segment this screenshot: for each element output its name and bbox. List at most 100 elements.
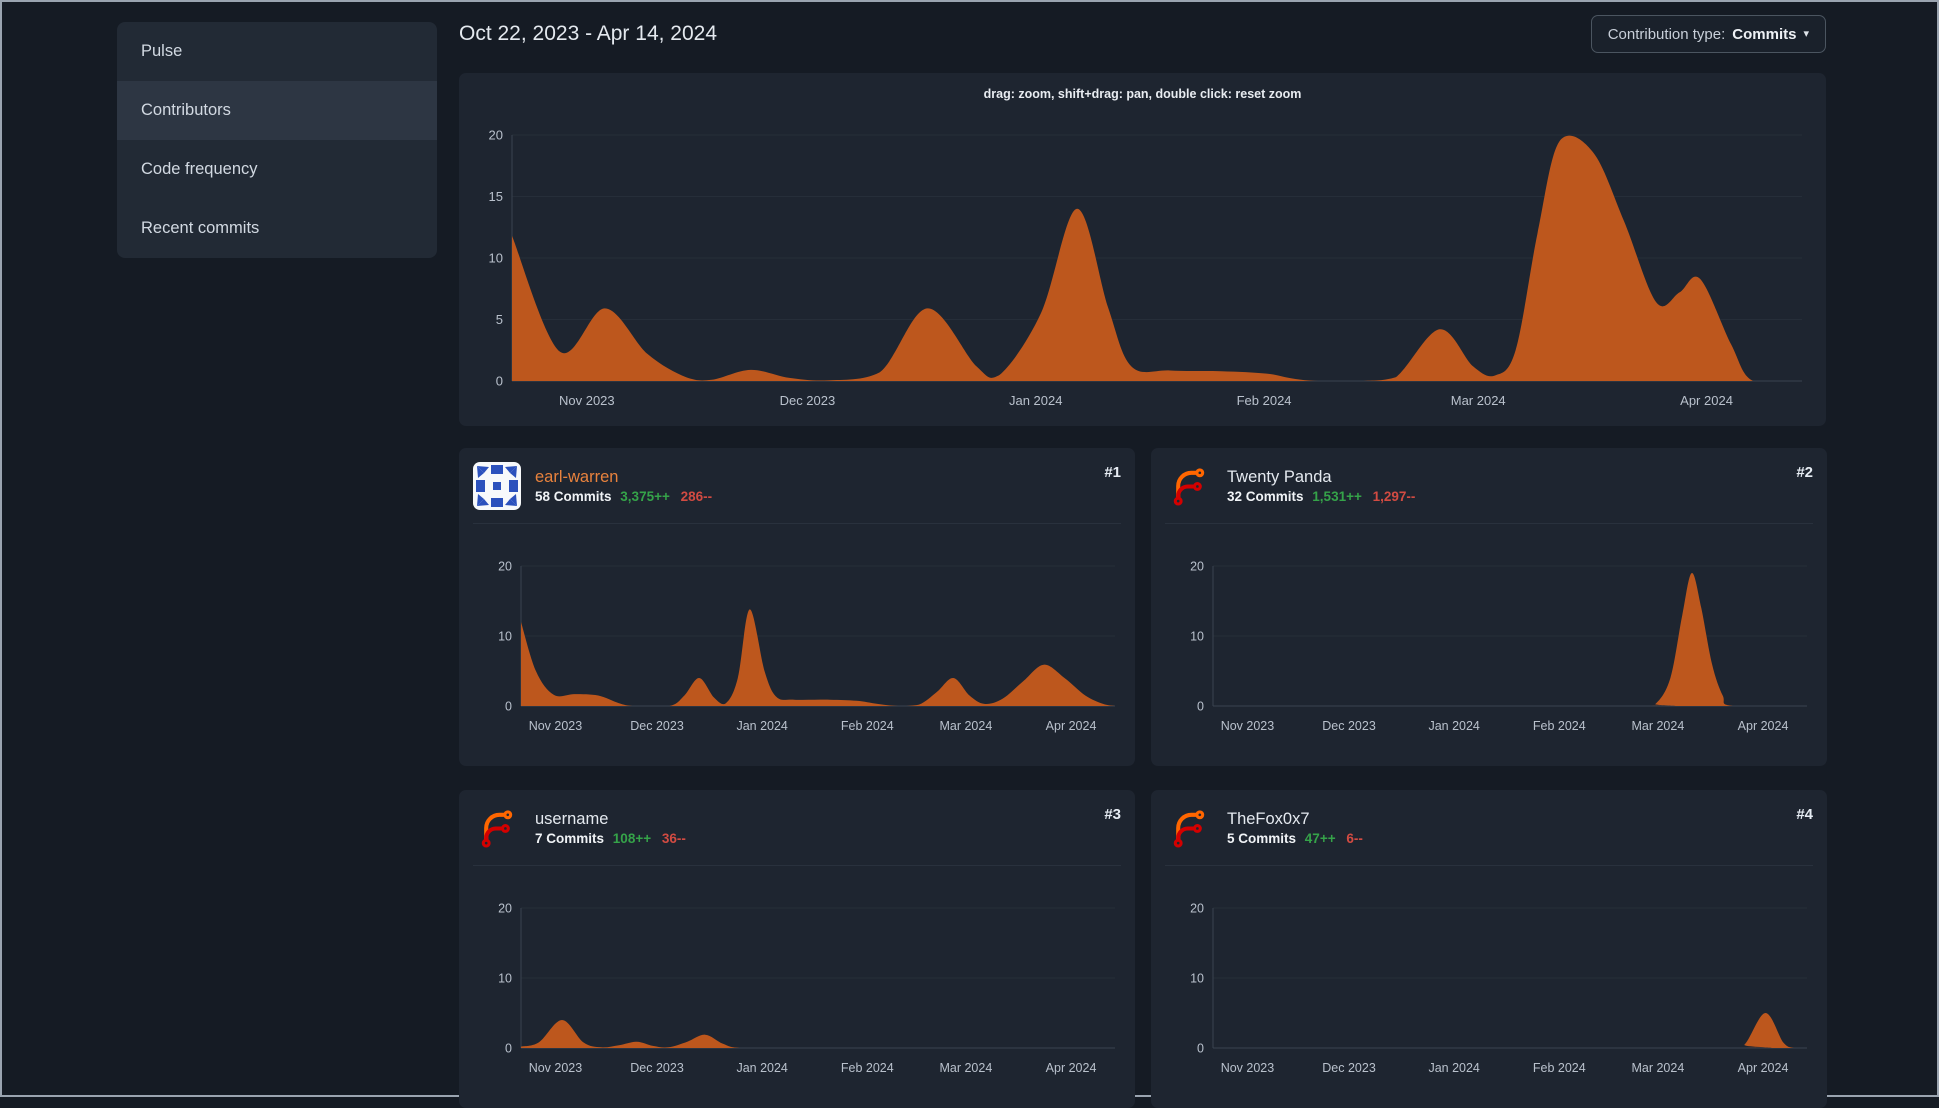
contributor-activity-chart[interactable]: 0 10 20 Nov 2023 Dec 2023 Jan 2024 Feb 2024 Mar…	[473, 874, 1121, 1100]
contributor-info: username 7 Commits 108++ 36--	[535, 809, 1090, 847]
svg-text:Feb 2024: Feb 2024	[1237, 393, 1292, 408]
svg-text:0: 0	[496, 374, 503, 389]
deletions-count: 36--	[661, 831, 686, 847]
contributor-name: TheFox0x7	[1227, 809, 1310, 828]
svg-text:Dec 2023: Dec 2023	[1322, 1061, 1376, 1075]
contributor-card: earl-warren 58 Commits 3,375++ 286-- #1 …	[459, 448, 1135, 766]
contributor-activity-chart[interactable]: 0 10 20 Nov 2023 Dec 2023 Jan 2024 Feb 2024 Mar…	[1165, 874, 1813, 1100]
svg-text:Dec 2023: Dec 2023	[630, 1061, 684, 1075]
contributor-card-header: TheFox0x7 5 Commits 47++ 6-- #4	[1165, 790, 1813, 866]
contributor-card: Twenty Panda 32 Commits 1,531++ 1,297-- …	[1151, 448, 1827, 766]
svg-text:Nov 2023: Nov 2023	[529, 719, 583, 733]
sidebar-item-pulse[interactable]: Pulse	[117, 22, 437, 81]
additions-count: 47++	[1304, 831, 1336, 847]
svg-text:Jan 2024: Jan 2024	[1428, 719, 1479, 733]
contributor-card-header: username 7 Commits 108++ 36-- #3	[473, 790, 1121, 866]
svg-text:Feb 2024: Feb 2024	[841, 719, 894, 733]
svg-text:Mar 2024: Mar 2024	[1631, 719, 1684, 733]
main-activity-chart-card: drag: zoom, shift+drag: pan, double clic…	[459, 73, 1826, 426]
rank-badge: #2	[1796, 464, 1813, 481]
svg-text:15: 15	[489, 189, 503, 204]
contributor-info: earl-warren 58 Commits 3,375++ 286--	[535, 467, 1090, 505]
chevron-down-icon: ▾	[1803, 27, 1809, 40]
repo-activity-sidebar: Pulse Contributors Code frequency Recent co…	[117, 22, 437, 258]
svg-text:0: 0	[1197, 1042, 1204, 1056]
contributor-stats: 58 Commits 3,375++ 286--	[535, 489, 1090, 504]
contributor-card: username 7 Commits 108++ 36-- #3 0 10 20 No…	[459, 790, 1135, 1108]
additions-count: 108++	[612, 831, 652, 847]
svg-text:10: 10	[498, 630, 512, 644]
contributor-activity-chart[interactable]: 0 10 20 Nov 2023 Dec 2023 Jan 2024 Feb 2024 Mar…	[473, 532, 1121, 758]
contributor-card: TheFox0x7 5 Commits 47++ 6-- #4 0 10 20 Nov…	[1151, 790, 1827, 1108]
commit-count: 32 Commits	[1227, 489, 1304, 505]
svg-text:Feb 2024: Feb 2024	[1533, 719, 1586, 733]
commit-count: 5 Commits	[1227, 831, 1297, 847]
rank-badge: #1	[1104, 464, 1121, 481]
contribution-type-label: Contribution type:	[1607, 25, 1726, 43]
commit-count: 58 Commits	[535, 489, 612, 505]
contributor-card-header: earl-warren 58 Commits 3,375++ 286-- #1	[473, 448, 1121, 524]
svg-text:Dec 2023: Dec 2023	[780, 393, 836, 408]
svg-text:Jan 2024: Jan 2024	[736, 719, 787, 733]
contributor-activity-chart[interactable]: 0 10 20 Nov 2023 Dec 2023 Jan 2024 Feb 2024 Mar…	[1165, 532, 1813, 758]
rank-badge: #4	[1796, 806, 1813, 823]
svg-text:10: 10	[1190, 630, 1204, 644]
deletions-count: 1,297--	[1372, 489, 1416, 505]
svg-text:20: 20	[1190, 902, 1204, 916]
additions-count: 1,531++	[1312, 489, 1362, 505]
contributor-name: username	[535, 809, 609, 828]
svg-text:Apr 2024: Apr 2024	[1738, 719, 1789, 733]
svg-text:Dec 2023: Dec 2023	[1322, 719, 1376, 733]
contributor-info: TheFox0x7 5 Commits 47++ 6--	[1227, 809, 1782, 847]
svg-text:Nov 2023: Nov 2023	[1221, 1061, 1275, 1075]
deletions-count: 6--	[1346, 831, 1363, 847]
contributor-stats: 32 Commits 1,531++ 1,297--	[1227, 489, 1782, 504]
page-header: Oct 22, 2023 - Apr 14, 2024 Contribution…	[459, 12, 1826, 56]
sidebar-item-contributors[interactable]: Contributors	[117, 81, 437, 140]
svg-text:20: 20	[498, 902, 512, 916]
additions-count: 3,375++	[620, 489, 670, 505]
contributor-avatar	[1165, 804, 1213, 852]
svg-text:Apr 2024: Apr 2024	[1680, 393, 1733, 408]
contributor-card-header: Twenty Panda 32 Commits 1,531++ 1,297-- …	[1165, 448, 1813, 524]
svg-text:Mar 2024: Mar 2024	[939, 719, 992, 733]
main-activity-chart[interactable]: 0 5 10 15 20 Nov 2023 Dec 2023 Jan 2024 Feb 2024…	[473, 115, 1812, 431]
contributors-page: Oct 22, 2023 - Apr 14, 2024 Contribution…	[459, 2, 1827, 1108]
contribution-type-dropdown[interactable]: Contribution type: Commits ▾	[1590, 15, 1826, 53]
svg-text:Dec 2023: Dec 2023	[630, 719, 684, 733]
svg-text:10: 10	[489, 251, 503, 266]
svg-text:Nov 2023: Nov 2023	[559, 393, 615, 408]
contributor-cards-grid: earl-warren 58 Commits 3,375++ 286-- #1 …	[459, 448, 1827, 1108]
svg-text:Mar 2024: Mar 2024	[939, 1061, 992, 1075]
svg-text:Nov 2023: Nov 2023	[529, 1061, 583, 1075]
contributor-avatar	[1165, 462, 1213, 510]
svg-text:10: 10	[1190, 972, 1204, 986]
commit-count: 7 Commits	[535, 831, 605, 847]
contributor-avatar	[473, 461, 521, 510]
svg-text:Jan 2024: Jan 2024	[736, 1061, 787, 1075]
contributor-name: Twenty Panda	[1227, 467, 1332, 486]
svg-text:10: 10	[498, 972, 512, 986]
chart-zoom-hint: drag: zoom, shift+drag: pan, double clic…	[983, 87, 1302, 101]
svg-text:5: 5	[496, 312, 503, 327]
svg-text:0: 0	[505, 700, 512, 714]
svg-text:Feb 2024: Feb 2024	[841, 1061, 894, 1075]
contributor-stats: 5 Commits 47++ 6--	[1227, 831, 1782, 846]
contributor-name[interactable]: earl-warren	[535, 467, 1090, 488]
contributor-avatar	[473, 804, 521, 852]
svg-text:0: 0	[505, 1042, 512, 1056]
contributor-info: Twenty Panda 32 Commits 1,531++ 1,297--	[1227, 467, 1782, 505]
contributor-stats: 7 Commits 108++ 36--	[535, 831, 1090, 846]
svg-text:0: 0	[1197, 700, 1204, 714]
svg-text:20: 20	[498, 560, 512, 574]
svg-text:Apr 2024: Apr 2024	[1738, 1061, 1789, 1075]
svg-text:20: 20	[1190, 560, 1204, 574]
sidebar-item-recent-commits[interactable]: Recent commits	[117, 199, 437, 258]
contribution-type-value: Commits	[1732, 25, 1797, 43]
sidebar-item-code-frequency[interactable]: Code frequency	[117, 140, 437, 199]
svg-text:Jan 2024: Jan 2024	[1428, 1061, 1479, 1075]
rank-badge: #3	[1104, 806, 1121, 823]
deletions-count: 286--	[680, 489, 713, 505]
svg-text:Apr 2024: Apr 2024	[1046, 719, 1097, 733]
svg-text:Mar 2024: Mar 2024	[1451, 393, 1506, 408]
